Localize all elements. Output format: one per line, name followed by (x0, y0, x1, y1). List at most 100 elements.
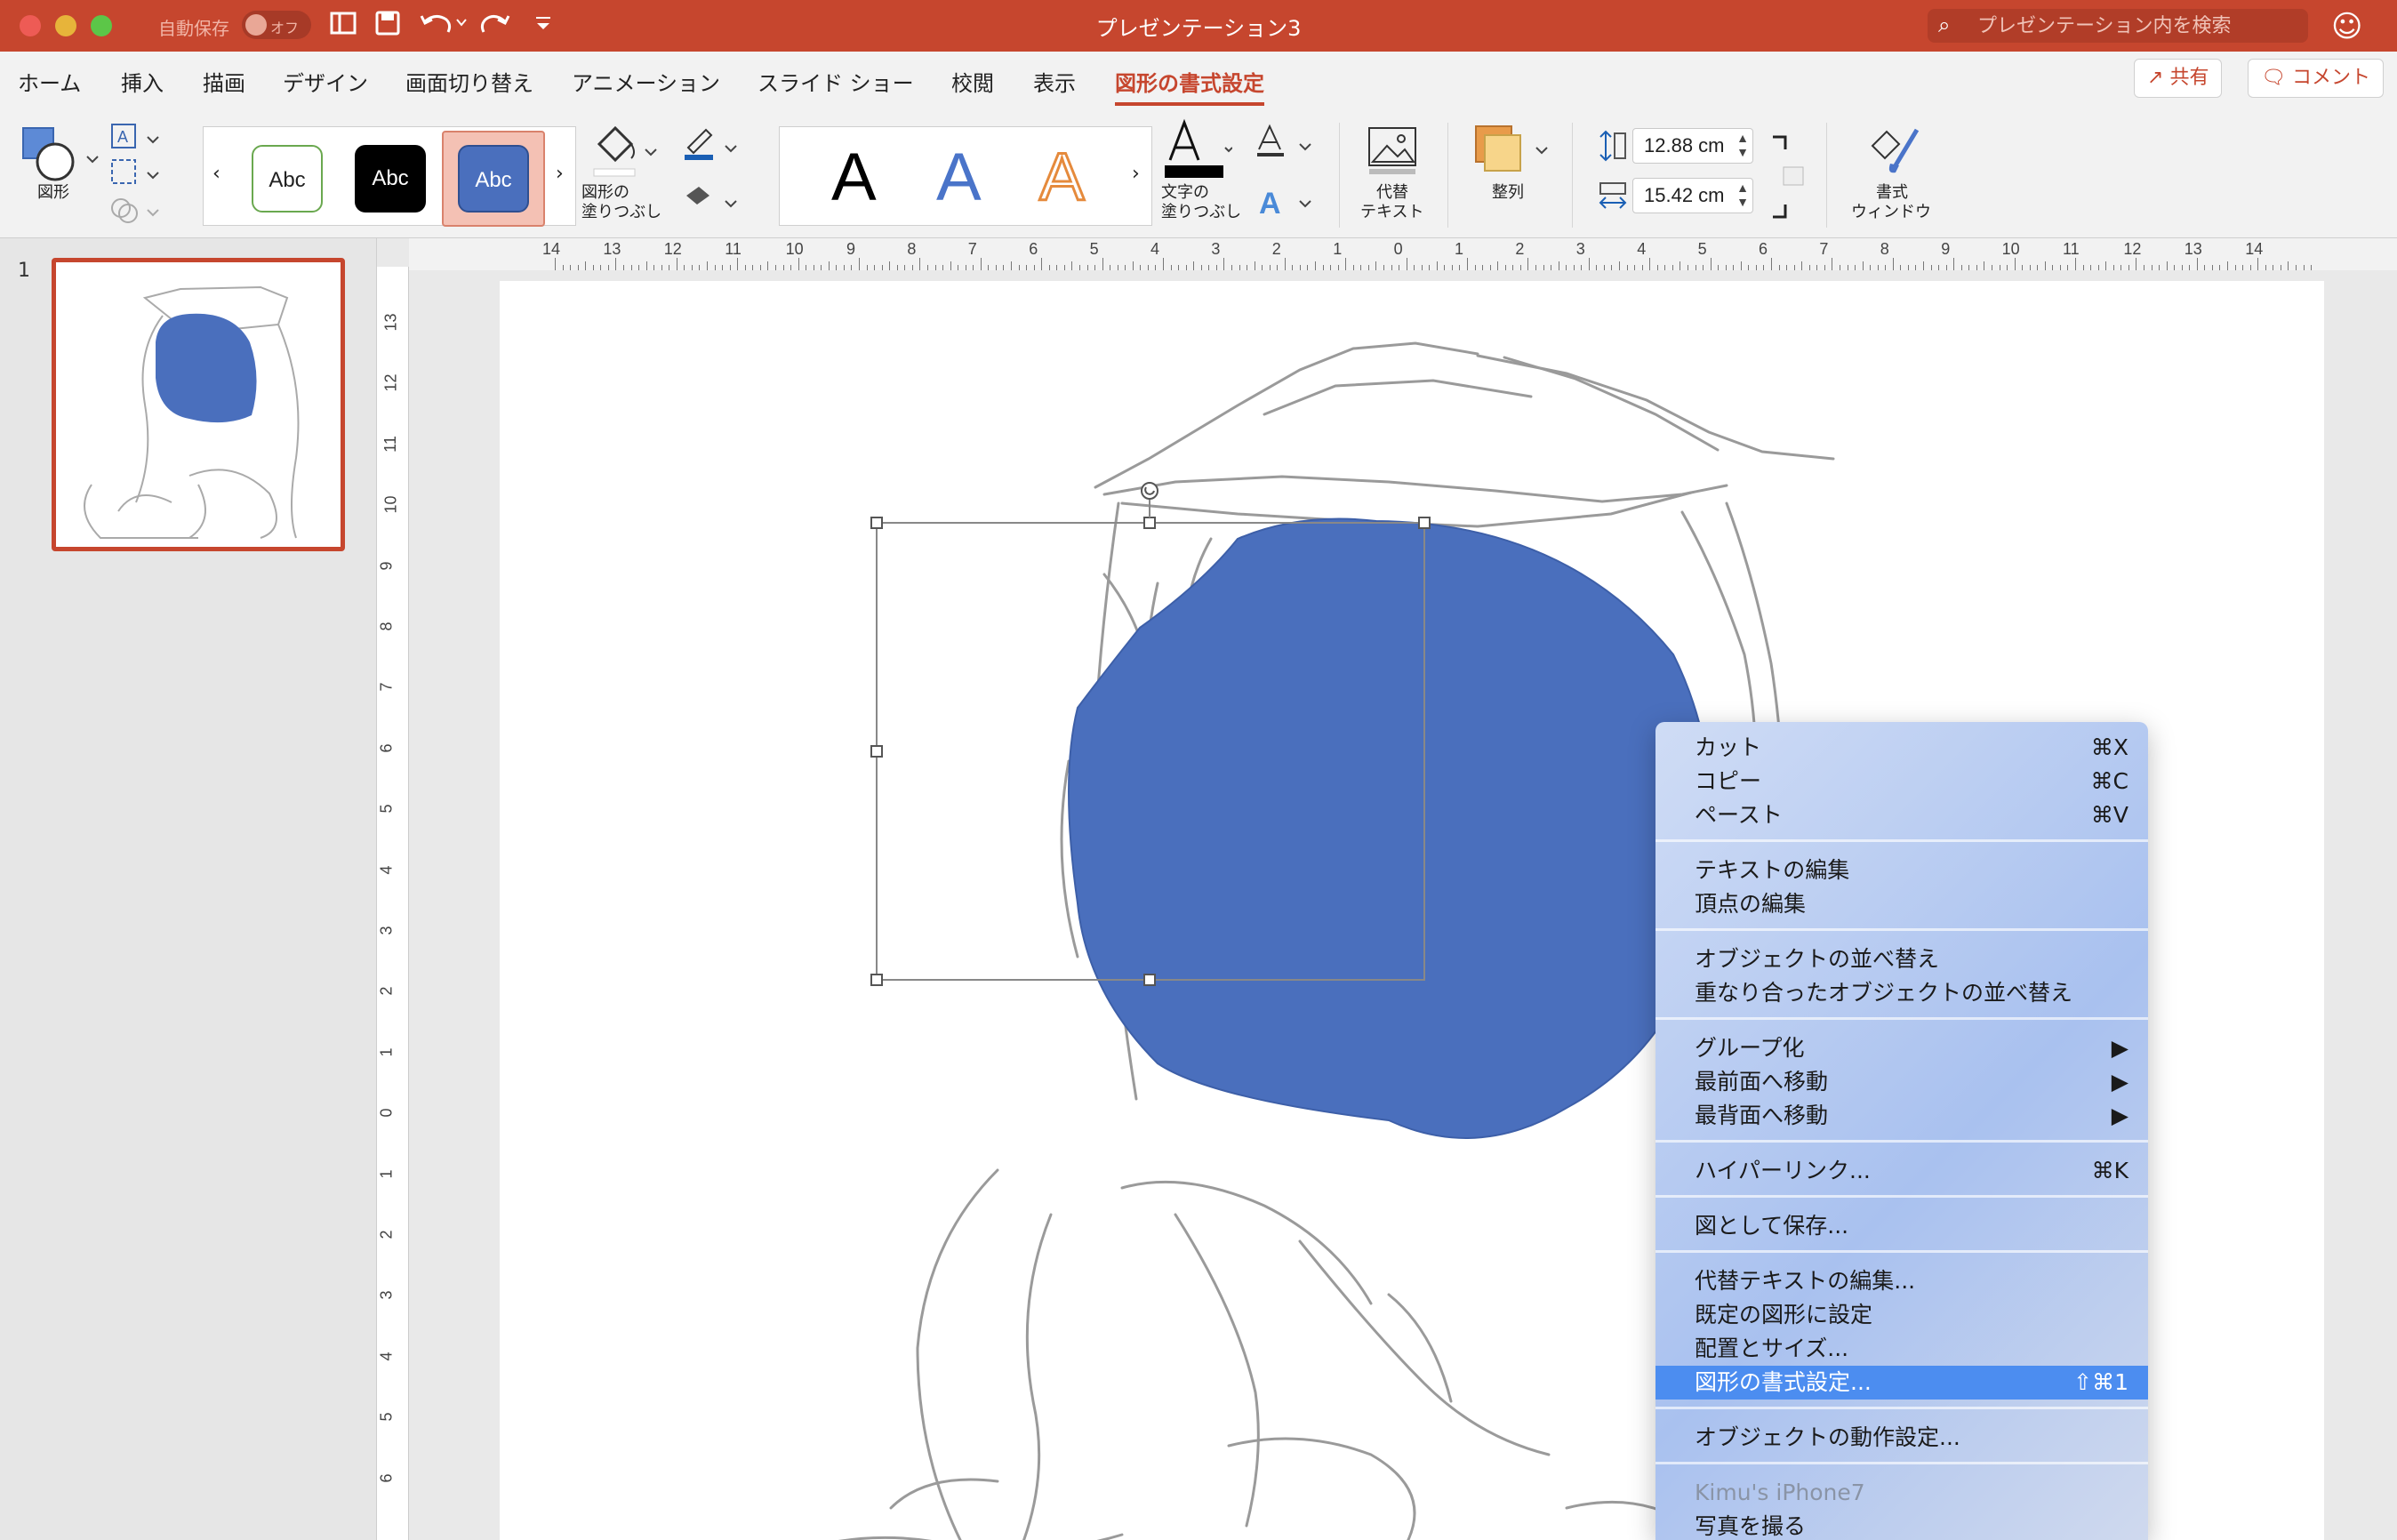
menu-item[interactable]: オブジェクトの並べ替え (1655, 942, 2148, 976)
ruler-label: 11 (381, 435, 399, 453)
ruler-tick (737, 258, 739, 270)
search-icon: ⌕ (1938, 12, 1951, 37)
feedback-smiley-icon[interactable]: ☺ (2331, 9, 2362, 44)
gallery-prev-icon[interactable]: ‹ (212, 163, 220, 185)
horizontal-ruler: 14 13 12 11 10 9 8 7 6 5 4 3 2 1 0 1 2 3 4 5 6 7 8 9 10 11 12 13 14 (409, 238, 2397, 270)
wordart-black[interactable]: A (831, 140, 877, 216)
menu-item[interactable]: 代替テキストの編集... (1655, 1264, 2148, 1298)
ruler-label: 3 (1575, 240, 1585, 258)
ruler-label: 5 (377, 804, 396, 814)
ruler-tick (2227, 261, 2228, 270)
tab-draw[interactable]: 描画 (203, 66, 245, 97)
selected-blue-shape[interactable] (1068, 517, 1714, 1139)
ruler-label: 12 (381, 373, 400, 392)
ruler-label: 10 (2001, 240, 2020, 258)
insert-shape-icon[interactable] (20, 121, 100, 192)
ruler-label: 3 (1211, 240, 1221, 258)
menu-item[interactable]: 最背面へ移動 ▶ (1655, 1099, 2148, 1133)
menu-item[interactable]: 図として保存... (1655, 1209, 2148, 1243)
wordart-orange-outline[interactable]: A (1038, 139, 1086, 217)
lock-aspect-icon[interactable] (1769, 133, 1805, 222)
height-input[interactable]: 12.88 cm ▲ ▼ (1632, 128, 1753, 164)
submenu-arrow-icon: ▶ (2111, 1069, 2128, 1095)
ruler-tick (828, 261, 830, 270)
menu-item-label: 写真を撮る (1695, 1513, 1807, 1539)
rotate-handle-icon[interactable] (1141, 482, 1158, 517)
search-box[interactable]: ⌕ (1928, 9, 2308, 43)
format-pane-label-1: 書式 (1876, 183, 1908, 202)
height-value: 12.88 cm (1644, 134, 1725, 156)
menu-item[interactable]: ハイパーリンク... ⌘K (1655, 1154, 2148, 1188)
ruler-label: 10 (785, 240, 804, 258)
menu-item-label: オブジェクトの動作設定... (1695, 1424, 1960, 1450)
tab-animations[interactable]: アニメーション (572, 66, 720, 97)
style-swatch-dark[interactable]: Abc (355, 145, 426, 213)
tab-shape-format[interactable]: 図形の書式設定 (1115, 66, 1264, 106)
text-fill-icon[interactable] (1161, 117, 1233, 180)
ribbon-toolbar: 図形 A ‹ Abc Abc Abc › 図形の 塗りつぶし A A A › 文… (0, 110, 2397, 238)
ruler-tick (1771, 258, 1772, 270)
format-pane-icon[interactable] (1864, 119, 1926, 181)
vertical-ruler: 13 12 11 10 9 8 7 6 5 4 3 2 1 0 1 2 3 4 5 6 (377, 267, 409, 1540)
menu-item[interactable]: 最前面へ移動 ▶ (1655, 1065, 2148, 1099)
ruler-label: 5 (1697, 240, 1707, 258)
gallery-next-icon[interactable]: › (556, 163, 564, 185)
ruler-label: 14 (2245, 240, 2264, 258)
tab-slideshow[interactable]: スライド ショー (758, 66, 914, 97)
menu-item-shortcut: ⌘X (2090, 734, 2128, 760)
menu-item[interactable]: 図形の書式設定... ⇧⌘1 (1655, 1366, 2148, 1400)
menu-item[interactable]: オブジェクトの動作設定... (1655, 1421, 2148, 1455)
wordart-next-icon[interactable]: › (1132, 163, 1140, 185)
menu-item-label: Kimu's iPhone7 (1695, 1480, 1865, 1505)
menu-item[interactable]: 重なり合ったオブジェクトの並べ替え (1655, 976, 2148, 1010)
tab-view[interactable]: 表示 (1033, 66, 1076, 97)
menu-item[interactable]: 写真を撮る (1655, 1510, 2148, 1540)
menu-item[interactable]: カット ⌘X (1655, 731, 2148, 765)
alt-text-icon[interactable] (1362, 123, 1424, 180)
ruler-label: 10 (381, 495, 400, 514)
tab-design[interactable]: デザイン (283, 66, 368, 97)
tab-home[interactable]: ホーム (18, 66, 81, 97)
style-swatch-outline[interactable]: Abc (252, 145, 323, 213)
menu-item-label: 図形の書式設定... (1695, 1369, 1872, 1395)
wordart-blue[interactable]: A (936, 140, 982, 216)
ruler-label: 6 (377, 743, 396, 753)
tab-transitions[interactable]: 画面切り替え (405, 66, 533, 97)
menu-item[interactable]: 配置とサイズ... (1655, 1332, 2148, 1366)
ruler-tick (1588, 258, 1590, 270)
insert-shape-label: 図形 (37, 183, 69, 202)
share-button[interactable]: ↗ 共有 (2134, 59, 2223, 98)
menu-item[interactable]: 頂点の編集 (1655, 887, 2148, 921)
menu-item[interactable]: コピー ⌘C (1655, 765, 2148, 798)
menu-item[interactable]: グループ化 ▶ (1655, 1031, 2148, 1065)
ruler-label: 12 (2123, 240, 2142, 258)
ruler-tick (1132, 261, 1134, 270)
ruler-label: 9 (846, 240, 856, 258)
ruler-label: 6 (377, 1473, 396, 1483)
menu-item[interactable]: 既定の図形に設定 (1655, 1298, 2148, 1332)
slide-thumbnail[interactable] (52, 258, 345, 551)
style-swatch-blue[interactable]: Abc (458, 145, 529, 213)
menu-item[interactable]: ペースト ⌘V (1655, 798, 2148, 832)
width-input[interactable]: 15.42 cm ▲ ▼ (1632, 178, 1753, 213)
thumbnail-sketch (84, 285, 300, 539)
ruler-tick (2257, 258, 2259, 270)
width-stepper[interactable]: ▲ ▼ (1736, 180, 1749, 209)
shape-style-gallery: ‹ Abc Abc Abc › (203, 126, 576, 227)
arrange-icon[interactable] (1472, 121, 1552, 183)
ruler-tick (2196, 258, 2198, 270)
menu-item[interactable]: テキストの編集 (1655, 854, 2148, 887)
ruler-tick (1163, 258, 1164, 270)
height-stepper[interactable]: ▲ ▼ (1736, 131, 1749, 159)
ruler-tick (2105, 261, 2107, 270)
shape-fill-icon[interactable] (590, 119, 661, 181)
tab-insert[interactable]: 挿入 (121, 66, 164, 97)
tab-review[interactable]: 校閲 (951, 66, 994, 97)
comment-button[interactable]: 🗨 コメント (2248, 59, 2384, 98)
ruler-tick (1467, 258, 1468, 270)
wordart-gallery: A A A › (779, 126, 1152, 226)
menu-item-label: ペースト (1695, 802, 1783, 828)
search-input[interactable] (1977, 12, 2297, 39)
menu-item-label: 図として保存... (1695, 1213, 1849, 1239)
menu-separator (1655, 839, 2148, 842)
